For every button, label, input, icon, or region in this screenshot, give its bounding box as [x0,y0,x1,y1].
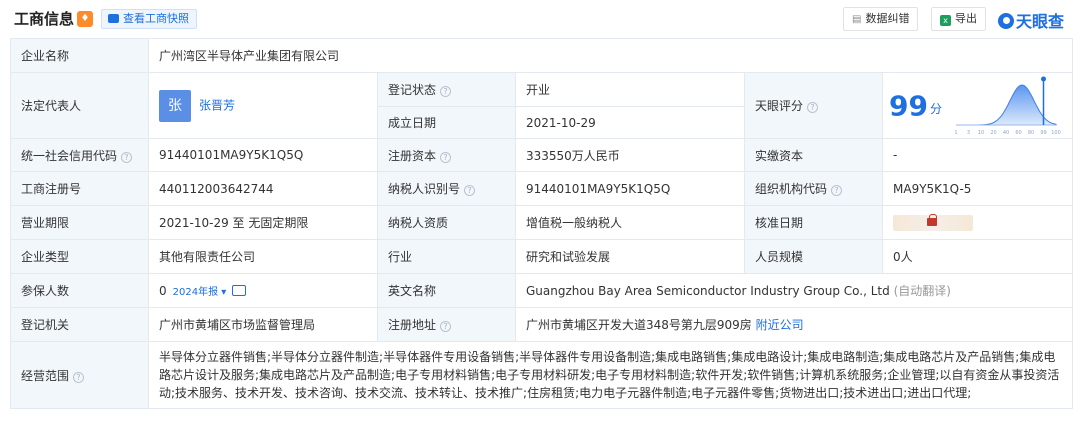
credit-code: 91440101MA9Y5K1Q5Q [148,138,378,172]
table-row: 营业期限 2021-10-29 至 无固定期限 纳税人资质 增值税一般纳税人 核… [10,205,1073,240]
biz-reg-no: 440112003642744 [148,171,378,206]
trend-chart-icon[interactable] [232,285,247,296]
table-row: 企业名称 广州湾区半导体产业集团有限公司 [10,38,1073,73]
biz-reg-no-label: 工商注册号 [10,171,149,206]
insured-count: 0 [159,284,167,298]
reg-authority: 广州市黄埔区市场监督管理局 [148,307,378,342]
table-row: 登记机关 广州市黄埔区市场监督管理局 注册地址? 广州市黄埔区开发大道348号第… [10,307,1073,342]
help-icon[interactable]: ? [440,321,452,332]
table-row: 统一社会信用代码? 91440101MA9Y5K1Q5Q 注册资本? 33355… [10,138,1073,172]
reg-authority-label: 登记机关 [10,307,149,342]
score-unit: 分 [929,102,942,116]
section-title: 工商信息 [14,10,75,28]
auto-translate-note: (自动翻译) [893,284,951,298]
section-header: 工商信息 ♦ 查看工商快照 ▤ 数据纠错 x 导出 天眼查 [0,0,1080,38]
found-date-label: 成立日期 [377,106,516,139]
en-name-label: 英文名称 [377,273,516,308]
score-tick-label: 3 [967,130,970,136]
staff-label: 人员规模 [744,239,883,274]
approve-date-locked[interactable] [882,205,1073,240]
business-info-table: 企业名称 广州湾区半导体产业集团有限公司 法定代表人 张张晋芳 登记状态? 开业… [10,38,1073,409]
taxpayer-id-label-cell: 纳税人识别号? [377,171,516,206]
help-icon[interactable]: ? [831,185,843,196]
credit-code-label-cell: 统一社会信用代码? [10,138,149,172]
en-name-cell: Guangzhou Bay Area Semiconductor Industr… [515,273,1073,308]
edit-icon: ▤ [852,14,862,25]
score-label-cell: 天眼评分? [744,72,883,139]
reg-address-cell: 广州市黄埔区开发大道348号第九层909房 附近公司 [515,307,1073,342]
score-distribution-chart: 1 3 10 20 40 60 80 99 100 [954,76,1061,136]
en-name: Guangzhou Bay Area Semiconductor Industr… [526,284,890,298]
term-label: 营业期限 [10,205,149,240]
help-icon[interactable]: ? [440,86,452,97]
company-name-label: 企业名称 [10,38,149,73]
taxpayer-id: 91440101MA9Y5K1Q5Q [515,171,745,206]
insured-cell: 0 2024年报 ▾ [148,273,378,308]
type: 其他有限责任公司 [148,239,378,274]
score-tick-label: 60 [1015,130,1021,136]
table-row: 参保人数 0 2024年报 ▾ 英文名称 Guangzhou Bay Area S… [10,273,1073,308]
help-icon[interactable]: ? [464,185,476,196]
legal-rep-label: 法定代表人 [10,72,149,139]
help-icon[interactable]: ? [121,151,133,163]
help-icon[interactable]: ? [440,151,452,163]
staff: 0人 [882,239,1073,274]
approve-date-label: 核准日期 [744,205,883,240]
help-icon[interactable]: ? [73,371,85,383]
taxpayer-qual-label: 纳税人资质 [377,205,516,240]
logo-mark-icon [998,13,1014,29]
reg-status-label-cell: 登记状态? [377,72,516,107]
score-tick-label: 40 [1003,130,1009,136]
type-label: 企业类型 [10,239,149,274]
table-row: 工商注册号 440112003642744 纳税人识别号? 91440101MA… [10,171,1073,206]
view-snapshot-button[interactable]: 查看工商快照 [101,9,197,29]
data-feedback-button[interactable]: ▤ 数据纠错 [843,7,919,31]
nearby-companies-link[interactable]: 附近公司 [756,318,804,332]
reg-status: 开业 [515,72,745,107]
annual-report-dropdown[interactable]: 2024年报 ▾ [173,283,227,298]
score-tick-label: 10 [978,130,984,136]
reg-capital: 333550万人民币 [515,138,745,172]
avatar[interactable]: 张 [159,89,191,122]
legal-rep-link[interactable]: 张晋芳 [199,98,235,112]
help-icon[interactable]: ? [807,102,819,113]
score-marker-dot [1040,76,1046,81]
score-distribution-area [955,84,1057,125]
business-scope: 半导体分立器件销售;半导体分立器件制造;半导体器件专用设备销售;半导体器件专用设… [148,341,1073,409]
industry-label: 行业 [377,239,516,274]
table-row: 企业类型 其他有限责任公司 行业 研究和试验发展 人员规模 0人 [10,239,1073,274]
score-tick-label: 80 [1028,130,1034,136]
legal-rep-cell: 张张晋芳 [148,72,378,139]
table-row: 法定代表人 张张晋芳 登记状态? 开业 天眼评分? 99 分 1 3 10 20 40 60… [10,72,1073,139]
reg-address-label-cell: 注册地址? [377,307,516,342]
company-name: 广州湾区半导体产业集团有限公司 [148,38,1073,73]
org-code-label-cell: 组织机构代码? [744,171,883,206]
org-code: MA9Y5K1Q-5 [882,171,1073,206]
paid-capital-label: 实缴资本 [744,138,883,172]
score-cell[interactable]: 99 分 1 3 10 20 40 60 80 99 100 [882,72,1073,139]
score-tick-label: 99 [1040,130,1046,136]
camera-icon [108,14,119,23]
term: 2021-10-29 至 无固定期限 [148,205,378,240]
score-tick-label: 1 [954,130,957,136]
excel-icon: x [940,15,951,26]
score-tick-label: 20 [990,130,996,136]
paid-capital: - [882,138,1073,172]
vip-lock-overlay[interactable] [893,213,973,231]
tianyancha-logo: 天眼查 [998,8,1064,32]
score-tick-label: 100 [1051,130,1061,136]
lock-icon [927,213,937,226]
reg-address: 广州市黄埔区开发大道348号第九层909房 [526,318,752,332]
taxpayer-qual: 增值税一般纳税人 [515,205,745,240]
scope-label-cell: 经营范围? [10,341,149,409]
insured-label: 参保人数 [10,273,149,308]
reg-capital-label-cell: 注册资本? [377,138,516,172]
table-row: 经营范围? 半导体分立器件销售;半导体分立器件制造;半导体器件专用设备销售;半导… [10,341,1073,409]
found-date: 2021-10-29 [515,106,745,139]
bell-icon[interactable]: ♦ [77,11,93,27]
industry: 研究和试验发展 [515,239,745,274]
export-button[interactable]: x 导出 [931,7,986,31]
score-value: 99 [889,89,928,122]
